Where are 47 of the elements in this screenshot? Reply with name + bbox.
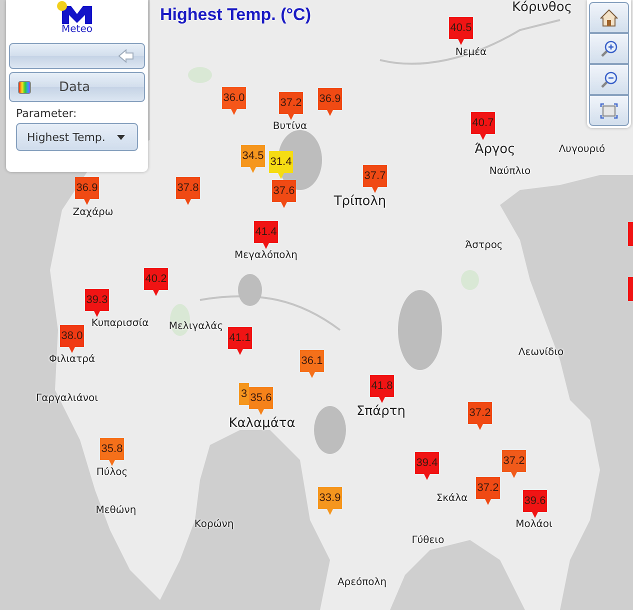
- town-label: Λυγουριό: [558, 144, 606, 156]
- collapse-button[interactable]: [9, 43, 145, 69]
- town-label: Μολάοι: [516, 519, 552, 531]
- town-label: Τρίπολη: [334, 194, 386, 209]
- town-label: Σκάλα: [436, 493, 468, 505]
- town-label: Κόρινθος: [512, 0, 572, 15]
- temperature-marker[interactable]: 3: [239, 383, 249, 405]
- zoom-in-icon: [600, 40, 618, 58]
- map-title: Highest Temp. (°C): [160, 5, 311, 25]
- town-label: Καλαμάτα: [228, 416, 296, 431]
- town-label: Μεγαλόπολη: [234, 250, 298, 262]
- town-label: Πύλος: [96, 467, 128, 479]
- urban-area: [238, 274, 262, 306]
- town-label: Γαργαλιάνοι: [36, 393, 98, 405]
- color-spectrum-icon: [18, 80, 31, 94]
- town-label: Αρεόπολη: [337, 577, 387, 589]
- town-label: Βυτίνα: [272, 121, 308, 133]
- town-label: Κορώνη: [194, 519, 234, 531]
- zoom-in-button[interactable]: [589, 33, 629, 64]
- town-label: Σπάρτη: [356, 404, 406, 419]
- full-extent-icon: [600, 102, 618, 118]
- town-label: Άργος: [474, 142, 516, 157]
- town-label: Νεμέα: [455, 47, 487, 59]
- zoom-out-button[interactable]: [589, 64, 629, 95]
- town-label: Λεωνίδιο: [518, 347, 564, 359]
- house-icon: [600, 8, 618, 26]
- town-label: Ναύπλιο: [489, 166, 531, 178]
- zoom-out-icon: [600, 70, 618, 88]
- parameter-dropdown[interactable]: Highest Temp.: [16, 123, 138, 151]
- caret-icon: [117, 134, 125, 140]
- full-extent-button[interactable]: [589, 95, 629, 126]
- town-label: Κυπαρισσία: [91, 318, 149, 330]
- town-label: Φιλιατρά: [48, 354, 96, 366]
- map-view[interactable]: [0, 0, 633, 610]
- logo-text: Meteo: [62, 25, 92, 35]
- town-label: Μελιγαλάς: [168, 321, 224, 333]
- arrow-left-icon: [118, 49, 134, 63]
- town-label: Ζαχάρω: [72, 207, 114, 219]
- town-label: Γύθειο: [412, 535, 444, 547]
- temperature-marker[interactable]: [628, 277, 633, 301]
- temperature-marker[interactable]: [628, 222, 633, 246]
- home-button[interactable]: [589, 2, 629, 33]
- parameter-label: Parameter:: [16, 107, 77, 120]
- town-label: Άστρος: [465, 240, 503, 252]
- urban-area: [314, 406, 346, 454]
- town-label: Μεθώνη: [96, 505, 136, 517]
- data-button[interactable]: Data: [9, 72, 145, 102]
